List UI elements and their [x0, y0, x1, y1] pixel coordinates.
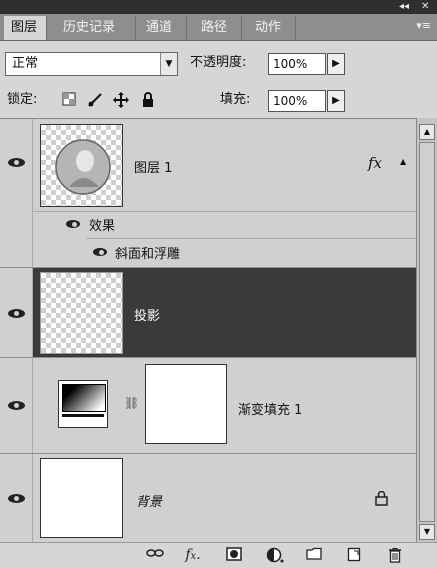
link-icon[interactable]: ⛓	[124, 396, 139, 410]
scroll-down-icon[interactable]: ▼	[419, 524, 435, 540]
expand-effects-icon[interactable]: ▲	[400, 157, 406, 166]
panel-footer: fx.	[0, 542, 437, 567]
tab-actions[interactable]: 动作	[248, 16, 296, 40]
visibility-cell[interactable]	[0, 268, 33, 357]
collapse-button[interactable]: ◂◂	[399, 0, 409, 14]
lock-transparent-icon[interactable]	[61, 92, 77, 108]
visibility-cell[interactable]	[0, 358, 33, 453]
tab-channels[interactable]: 通道	[139, 16, 187, 40]
layer-name[interactable]: 渐变填充 1	[238, 399, 302, 418]
eye-icon[interactable]	[8, 309, 25, 318]
layer-name[interactable]: 背景	[136, 491, 162, 510]
layer-name[interactable]: 图层 1	[134, 157, 172, 176]
gradient-fill-thumbnail	[58, 380, 108, 428]
tab-history[interactable]: 历史记录	[56, 16, 136, 40]
adjustment-layer-icon[interactable]	[266, 547, 284, 563]
gradient-swatch	[62, 384, 106, 412]
tab-layers[interactable]: 图层	[4, 16, 47, 40]
gradient-bar	[62, 414, 104, 417]
layers-panel: ◂◂ ✕ 图层 历史记录 通道 路径 动作 ▾≡ 正常 ▼ 不透明度: 100%…	[0, 0, 437, 567]
effect-bevel-emboss[interactable]: 斜面和浮雕	[115, 243, 180, 262]
layers-list: 图层 1 fx ▲ 效果 斜面和浮雕 投影 ⛓ 渐变填充 1 背景	[0, 118, 416, 543]
link-layers-icon[interactable]	[146, 547, 164, 563]
folder-icon[interactable]	[305, 547, 323, 563]
eye-icon[interactable]	[8, 494, 25, 503]
blend-mode-value: 正常	[12, 56, 39, 71]
effects-eye-icon[interactable]	[66, 220, 80, 228]
lock-icon	[375, 490, 388, 510]
eye-icon[interactable]	[8, 401, 25, 410]
row-divider	[0, 453, 416, 454]
close-button[interactable]: ✕	[421, 0, 429, 14]
layer-mask-thumbnail[interactable]	[145, 364, 227, 444]
opacity-input[interactable]: 100%	[268, 53, 326, 75]
eye-icon[interactable]	[8, 158, 25, 167]
visibility-cell[interactable]	[0, 119, 33, 267]
tab-paths[interactable]: 路径	[194, 16, 242, 40]
add-style-icon[interactable]: fx.	[184, 547, 202, 563]
divider	[86, 238, 416, 239]
effect-eye-icon[interactable]	[93, 248, 107, 256]
scroll-thumb[interactable]	[419, 142, 435, 522]
fx-icon[interactable]: fx	[368, 154, 382, 172]
lock-image-icon[interactable]	[87, 92, 103, 108]
add-mask-icon[interactable]	[225, 547, 243, 563]
panel-menu-icon[interactable]: ▾≡	[416, 19, 431, 32]
fill-arrow-icon[interactable]: ▶	[327, 90, 345, 112]
trash-icon[interactable]	[386, 547, 404, 563]
scroll-up-icon[interactable]: ▲	[419, 124, 435, 140]
layer-name[interactable]: 投影	[134, 305, 160, 324]
lock-all-icon[interactable]	[140, 92, 156, 108]
new-layer-icon[interactable]	[345, 547, 363, 563]
fill-input[interactable]: 100%	[268, 90, 326, 112]
lock-label: 锁定:	[7, 92, 38, 107]
opacity-arrow-icon[interactable]: ▶	[327, 53, 345, 75]
effects-label: 效果	[89, 219, 116, 234]
visibility-cell[interactable]	[0, 454, 33, 543]
panel-tabs: 图层 历史记录 通道 路径 动作 ▾≡	[0, 14, 437, 41]
blend-mode-select[interactable]: 正常 ▼	[5, 52, 178, 76]
opacity-label: 不透明度:	[190, 55, 247, 70]
layer-thumbnail	[40, 272, 123, 354]
fill-label: 填充:	[220, 92, 251, 107]
layer-thumbnail	[40, 458, 123, 538]
layers-scrollbar[interactable]: ▲ ▼	[416, 118, 437, 542]
chevron-down-icon: ▼	[160, 53, 177, 75]
panel-title-bar: ◂◂ ✕	[0, 0, 437, 14]
row-divider	[0, 357, 416, 358]
divider	[33, 211, 416, 212]
lock-position-icon[interactable]	[113, 92, 129, 108]
layer-thumbnail	[40, 124, 123, 207]
